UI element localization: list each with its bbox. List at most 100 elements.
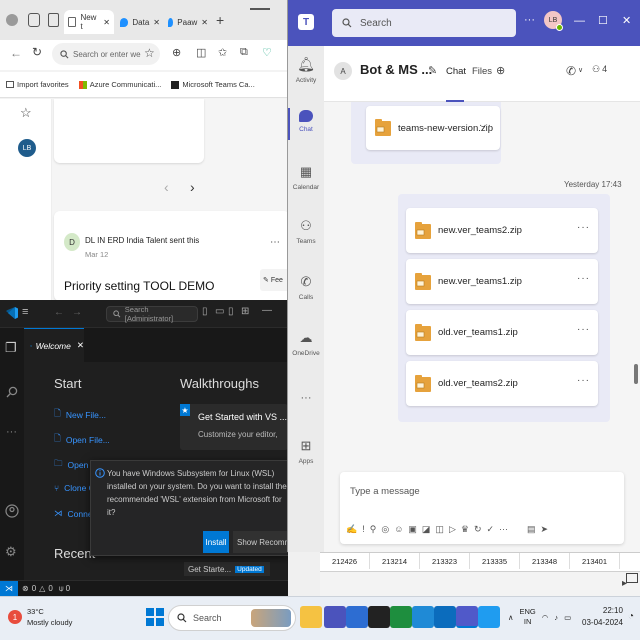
- profile-icon[interactable]: [6, 14, 18, 26]
- tab-files[interactable]: Files: [472, 66, 492, 77]
- cell[interactable]: 213323: [420, 553, 470, 569]
- teams-search-box[interactable]: Search: [332, 9, 516, 37]
- volume-icon[interactable]: ♪: [554, 613, 558, 622]
- browser-tab-new[interactable]: New t ✕: [64, 10, 114, 34]
- file-more-icon[interactable]: ···: [577, 375, 590, 386]
- rail-apps[interactable]: ⊞ Apps: [288, 438, 324, 488]
- account-icon[interactable]: [5, 504, 19, 518]
- favorites-icon[interactable]: ✩: [218, 46, 227, 59]
- split-screen-icon[interactable]: ◫: [196, 46, 206, 59]
- stream-icon[interactable]: ▷: [449, 524, 456, 535]
- rail-calls[interactable]: ✆ Calls: [288, 274, 324, 324]
- favorite-azure[interactable]: Azure Communicati...: [78, 80, 161, 89]
- terminal-icon[interactable]: [368, 606, 390, 628]
- add-tab-icon[interactable]: ⊕: [496, 64, 505, 77]
- browser-essentials-icon[interactable]: ♡: [262, 46, 272, 59]
- new-tab-plus-icon[interactable]: +: [216, 12, 224, 28]
- browser-tab-paaw[interactable]: Paaw ✕: [164, 10, 212, 34]
- settings-gear-icon[interactable]: ⚙: [5, 544, 17, 560]
- tab-actions-icon[interactable]: [48, 13, 59, 27]
- store-icon[interactable]: [434, 606, 456, 628]
- toggle-panel-icon[interactable]: ▭: [215, 306, 224, 317]
- emoji-icon[interactable]: ☺: [394, 524, 403, 534]
- language-indicator[interactable]: ENG IN: [520, 607, 536, 627]
- favorite-teams[interactable]: Microsoft Teams Ca...: [171, 80, 255, 89]
- cell[interactable]: 213401: [570, 553, 620, 569]
- rail-onedrive[interactable]: ☁︎ OneDrive: [288, 330, 324, 380]
- close-icon[interactable]: ✕: [77, 340, 84, 351]
- edge-icon[interactable]: [412, 606, 434, 628]
- back-arrow-icon[interactable]: ←: [54, 307, 64, 318]
- chevron-right-icon[interactable]: ›: [190, 179, 195, 195]
- chat-scrollbar[interactable]: [634, 364, 638, 384]
- send-icon[interactable]: ➤: [541, 524, 549, 535]
- clock[interactable]: 22:10 03-04-2024: [582, 605, 623, 629]
- command-center-search[interactable]: Search [Administrator]: [106, 305, 198, 323]
- remote-indicator-icon[interactable]: ⋊: [0, 580, 18, 596]
- file-attachment[interactable]: old.ver_teams2.zip ···: [406, 361, 598, 406]
- maximize-icon[interactable]: ☐: [598, 14, 608, 27]
- file-attachment[interactable]: old.ver_teams1.zip ···: [406, 310, 598, 355]
- schedule-meeting-icon[interactable]: ◫: [435, 524, 444, 535]
- favorite-star-icon[interactable]: ☆: [144, 46, 155, 60]
- minimize-icon[interactable]: —: [574, 15, 585, 27]
- rail-activity[interactable]: 🔔︎ Activity: [288, 56, 324, 106]
- close-icon[interactable]: ✕: [201, 18, 208, 27]
- walkthrough-card[interactable]: ★ Get Started with VS ... Customize your…: [180, 404, 288, 450]
- tab-chat[interactable]: Chat: [446, 66, 466, 77]
- collections-icon[interactable]: ⧉: [240, 46, 248, 59]
- pin-icon[interactable]: ☆: [20, 105, 32, 121]
- cell[interactable]: 212426: [320, 553, 370, 569]
- more-options-icon[interactable]: ···: [524, 14, 535, 26]
- avatar[interactable]: LB: [18, 139, 36, 157]
- sheet-view-icon[interactable]: [626, 573, 638, 583]
- outlook-icon[interactable]: [346, 606, 368, 628]
- cell[interactable]: 213214: [370, 553, 420, 569]
- favorite-import[interactable]: Import favorites: [6, 80, 69, 89]
- participants-button[interactable]: ⚇ 4: [592, 64, 607, 75]
- browser-tab-data[interactable]: Data ✕: [116, 10, 164, 34]
- search-icon[interactable]: [6, 386, 18, 398]
- attach-icon[interactable]: ⚲: [370, 524, 377, 535]
- minimize-icon[interactable]: [250, 8, 270, 10]
- extensions-icon[interactable]: ⊕: [172, 46, 181, 59]
- file-attachment[interactable]: teams-new-version.zip ···: [366, 106, 500, 150]
- priority-icon[interactable]: !: [362, 524, 365, 534]
- feedback-button[interactable]: ✎ Fee: [260, 269, 290, 291]
- post-card[interactable]: D DL IN ERD India Talent sent this Mar 1…: [54, 211, 290, 300]
- excel-icon[interactable]: [390, 606, 412, 628]
- refresh-icon[interactable]: ↻: [32, 45, 42, 59]
- chevron-up-icon[interactable]: ∧: [508, 613, 514, 622]
- tab-welcome[interactable]: Welcome ✕: [24, 328, 84, 362]
- problems-indicator[interactable]: ⊗ 0 △ 0: [22, 584, 53, 593]
- more-options-icon[interactable]: ⋯: [270, 237, 280, 248]
- new-file-link[interactable]: 🗋 New File...: [54, 408, 106, 422]
- battery-icon[interactable]: ▭: [564, 613, 571, 622]
- gif-icon[interactable]: ▣: [408, 524, 417, 535]
- praise-icon[interactable]: ♛: [461, 524, 469, 535]
- file-explorer-icon[interactable]: [300, 606, 322, 628]
- menu-icon[interactable]: ≡: [22, 306, 28, 318]
- ports-indicator[interactable]: ⍦ 0: [59, 584, 70, 594]
- teams-active-icon[interactable]: [456, 606, 478, 628]
- updates-icon[interactable]: ↻: [474, 524, 482, 535]
- teams-taskbar-icon[interactable]: [324, 606, 346, 628]
- minimize-icon[interactable]: —: [262, 305, 272, 316]
- recent-walkthrough[interactable]: Get Starte... Updated: [184, 562, 270, 576]
- video-clip-icon[interactable]: ▤: [527, 524, 536, 535]
- taskbar-search[interactable]: Search: [168, 605, 296, 631]
- toggle-secondary-sidebar-icon[interactable]: ▯: [228, 306, 234, 317]
- vscode-taskbar-icon[interactable]: [478, 606, 500, 628]
- open-file-link[interactable]: 🗋 Open File...: [54, 433, 110, 447]
- chat-title[interactable]: Bot & MS ...: [360, 62, 432, 77]
- more-options-icon[interactable]: ···: [499, 524, 508, 534]
- file-attachment[interactable]: new.ver_teams2.zip ···: [406, 208, 598, 253]
- toggle-sidebar-icon[interactable]: ▯: [202, 306, 208, 317]
- rail-more[interactable]: ···: [288, 392, 324, 412]
- notification-bell-icon[interactable]: ◔: [628, 611, 634, 622]
- file-more-icon[interactable]: ···: [577, 222, 590, 233]
- close-icon[interactable]: ✕: [103, 18, 110, 27]
- cell[interactable]: 213348: [520, 553, 570, 569]
- cell[interactable]: 213335: [470, 553, 520, 569]
- close-icon[interactable]: ✕: [153, 18, 160, 27]
